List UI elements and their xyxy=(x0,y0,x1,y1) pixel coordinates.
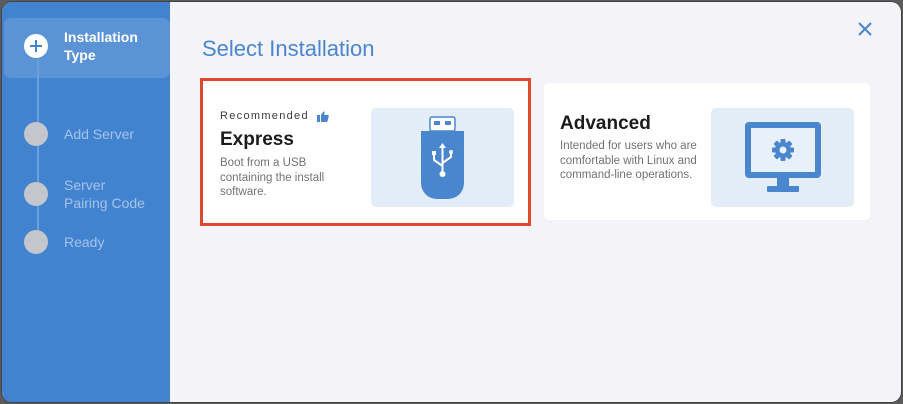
step-label: Installation Type xyxy=(64,29,138,63)
step-label: Server Pairing Code xyxy=(64,177,145,211)
step-label: Add Server xyxy=(64,126,135,142)
close-icon[interactable] xyxy=(854,18,876,40)
step-circle xyxy=(24,182,48,206)
installer-dialog: Installation Type Add Server Server Pair… xyxy=(2,2,901,402)
usb-drive-icon xyxy=(371,108,514,207)
recommended-label: Recommended xyxy=(220,110,309,122)
step-server-pairing-code[interactable]: Server Pairing Code xyxy=(24,176,150,212)
express-title: Express xyxy=(220,129,294,150)
express-option-card[interactable]: Recommended Express Boot from a USB cont… xyxy=(200,78,531,226)
recommended-badge: Recommended xyxy=(220,110,329,122)
advanced-title: Advanced xyxy=(560,113,651,134)
step-ready[interactable]: Ready xyxy=(24,230,104,254)
express-description: Boot from a USB containing the install s… xyxy=(220,157,325,198)
advanced-description: Intended for users who are comfortable w… xyxy=(560,140,697,181)
step-circle xyxy=(24,230,48,254)
step-connector-line xyxy=(37,60,39,240)
page-title: Select Installation xyxy=(202,36,375,61)
plus-icon xyxy=(24,34,48,58)
step-add-server[interactable]: Add Server xyxy=(24,122,134,146)
step-label: Ready xyxy=(64,234,105,250)
step-circle xyxy=(24,122,48,146)
wizard-sidebar: Installation Type Add Server Server Pair… xyxy=(2,2,170,402)
thumbs-up-icon xyxy=(316,110,329,122)
advanced-option-card[interactable]: Advanced Intended for users who are comf… xyxy=(544,83,870,220)
step-installation-type[interactable]: Installation Type xyxy=(24,28,144,64)
monitor-gear-icon xyxy=(711,108,854,207)
